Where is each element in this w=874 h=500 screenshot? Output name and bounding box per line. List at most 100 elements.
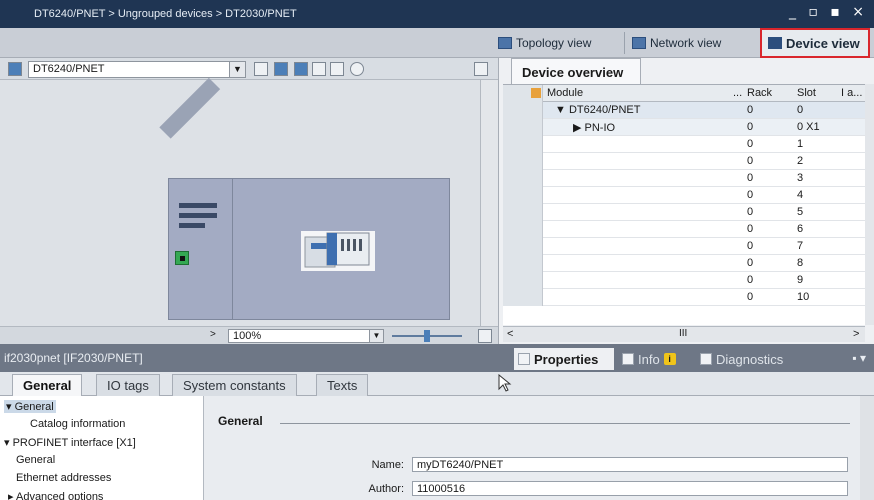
slot-cell: 5 (797, 206, 804, 218)
author-label: Author: (368, 483, 404, 495)
canvas-toolbar: DT6240/PNET ▼ (0, 58, 498, 80)
module-icon[interactable] (294, 62, 308, 76)
overview-scrollbar[interactable] (865, 84, 874, 325)
slot-cell: 7 (797, 240, 804, 252)
nav-interface-general[interactable]: General (16, 454, 55, 466)
rack-cell: 0 (747, 291, 754, 303)
tab-properties[interactable]: Properties (514, 348, 614, 370)
nav-general[interactable]: ▾ General (4, 400, 56, 413)
panel-icon[interactable] (330, 62, 344, 76)
rack-cell: 0 (747, 138, 754, 150)
table-icon[interactable] (312, 62, 326, 76)
slot-cell: 0 X1 (797, 121, 820, 133)
device-overview-panel: Device overview Module ... Rack Slot I a… (498, 58, 874, 344)
overview-icon[interactable] (478, 329, 492, 343)
form-scrollbar[interactable] (860, 396, 874, 500)
zoom-selector[interactable]: 100% ▼ (228, 329, 384, 343)
table-row[interactable]: ▶ PN-IO 0 0 X1 (503, 119, 865, 136)
col-rack[interactable]: Rack (747, 87, 772, 99)
scroll-left-icon[interactable]: < (507, 328, 513, 340)
device-module[interactable] (168, 178, 450, 320)
table-row[interactable]: 0 10 (503, 289, 865, 306)
tab-system-constants[interactable]: System constants (172, 374, 297, 396)
tab-diagnostics-label: Diagnostics (716, 351, 784, 367)
table-row[interactable]: 08 (503, 255, 865, 272)
scroll-thumb[interactable]: III (679, 328, 687, 339)
table-row[interactable]: 07 (503, 238, 865, 255)
scroll-right-icon[interactable]: > (853, 328, 859, 340)
tab-io-tags[interactable]: IO tags (96, 374, 160, 396)
diagnostics-icon (700, 353, 712, 365)
nav-advanced-options[interactable]: ▸ Advanced options (8, 490, 103, 500)
rack-cell: 0 (747, 257, 754, 269)
tab-topology-label: Topology view (516, 36, 592, 50)
table-row[interactable]: 04 (503, 187, 865, 204)
inspector-nav: ▾ General Catalog information ▾ PROFINET… (0, 396, 204, 500)
nav-ethernet-addresses[interactable]: Ethernet addresses (16, 472, 111, 484)
module-cell: ▼ DT6240/PNET (555, 104, 641, 116)
chevron-down-icon[interactable]: ▼ (229, 62, 245, 77)
zoom-in-icon[interactable] (350, 62, 364, 76)
tab-network-view[interactable]: Network view (632, 32, 721, 54)
grid-icon[interactable] (254, 62, 268, 76)
canvas-scrollbar[interactable] (480, 80, 498, 326)
inspector-subtabs: General IO tags System constants Texts (0, 372, 874, 396)
properties-icon (518, 353, 530, 365)
device-selector[interactable]: DT6240/PNET ▼ (28, 61, 246, 78)
table-row[interactable]: 05 (503, 204, 865, 221)
table-row[interactable]: 06 (503, 221, 865, 238)
section-title: General (218, 414, 263, 428)
slot-cell: 4 (797, 189, 804, 201)
slot-cell: 6 (797, 223, 804, 235)
tab-info[interactable]: Info i (622, 348, 676, 370)
breadcrumb: DT6240/PNET > Ungrouped devices > DT2030… (34, 8, 297, 20)
tab-device-overview[interactable]: Device overview (511, 58, 641, 84)
row-stub (503, 102, 543, 119)
status-bar (179, 223, 205, 228)
tab-divider (624, 32, 625, 54)
window-controls[interactable]: _ ▫ ▪ × (789, 4, 868, 20)
table-row[interactable]: 02 (503, 153, 865, 170)
topology-icon (498, 37, 512, 49)
status-bar (179, 213, 217, 218)
row-stub (503, 136, 543, 153)
table-row[interactable]: 01 (503, 136, 865, 153)
tab-general[interactable]: General (12, 374, 83, 396)
rack-cell: 0 (747, 121, 754, 133)
table-row[interactable]: 09 (503, 272, 865, 289)
row-stub (503, 221, 543, 238)
chevron-down-icon[interactable]: ▼ (369, 330, 383, 342)
name-field[interactable]: myDT6240/PNET (412, 457, 848, 472)
expand-arrow-icon[interactable]: > (210, 329, 216, 340)
row-stub (503, 153, 543, 170)
ethernet-port-icon[interactable] (175, 251, 189, 265)
device-overview-table: Module ... Rack Slot I a... ▼ DT6240/PNE… (503, 84, 865, 325)
col-module[interactable]: Module (547, 87, 583, 99)
network-overview-icon[interactable] (274, 62, 288, 76)
tab-diagnostics[interactable]: Diagnostics (700, 348, 783, 370)
device-tree-icon[interactable] (8, 62, 22, 76)
zoom-slider-handle[interactable] (424, 330, 430, 342)
col-io-address[interactable]: I a... (841, 87, 862, 99)
zoom-value: 100% (233, 330, 262, 342)
device-canvas[interactable] (0, 77, 480, 326)
row-stub (503, 255, 543, 272)
panel-menu-icon[interactable]: ▪ ▾ (852, 351, 866, 365)
rack-cell: 0 (747, 104, 754, 116)
device-icon (768, 37, 782, 49)
tab-device-view[interactable]: Device view (760, 28, 870, 58)
table-row[interactable]: 03 (503, 170, 865, 187)
tab-topology-view[interactable]: Topology view (498, 32, 591, 54)
overview-hscrollbar[interactable]: < III > (503, 326, 865, 342)
tab-texts[interactable]: Texts (316, 374, 369, 396)
nav-profinet-interface[interactable]: ▾ PROFINET interface [X1] (4, 436, 136, 449)
col-slot[interactable]: Slot (797, 87, 816, 99)
collapse-panel-icon[interactable] (474, 62, 488, 76)
device-selector-value: DT6240/PNET (33, 63, 105, 75)
table-row[interactable]: ▼ DT6240/PNET 0 0 (503, 102, 865, 119)
row-stub (503, 187, 543, 204)
nav-catalog-information[interactable]: Catalog information (30, 418, 125, 430)
col-more[interactable]: ... (733, 87, 742, 99)
author-field[interactable]: 11000516 (412, 481, 848, 496)
rack-cell: 0 (747, 155, 754, 167)
